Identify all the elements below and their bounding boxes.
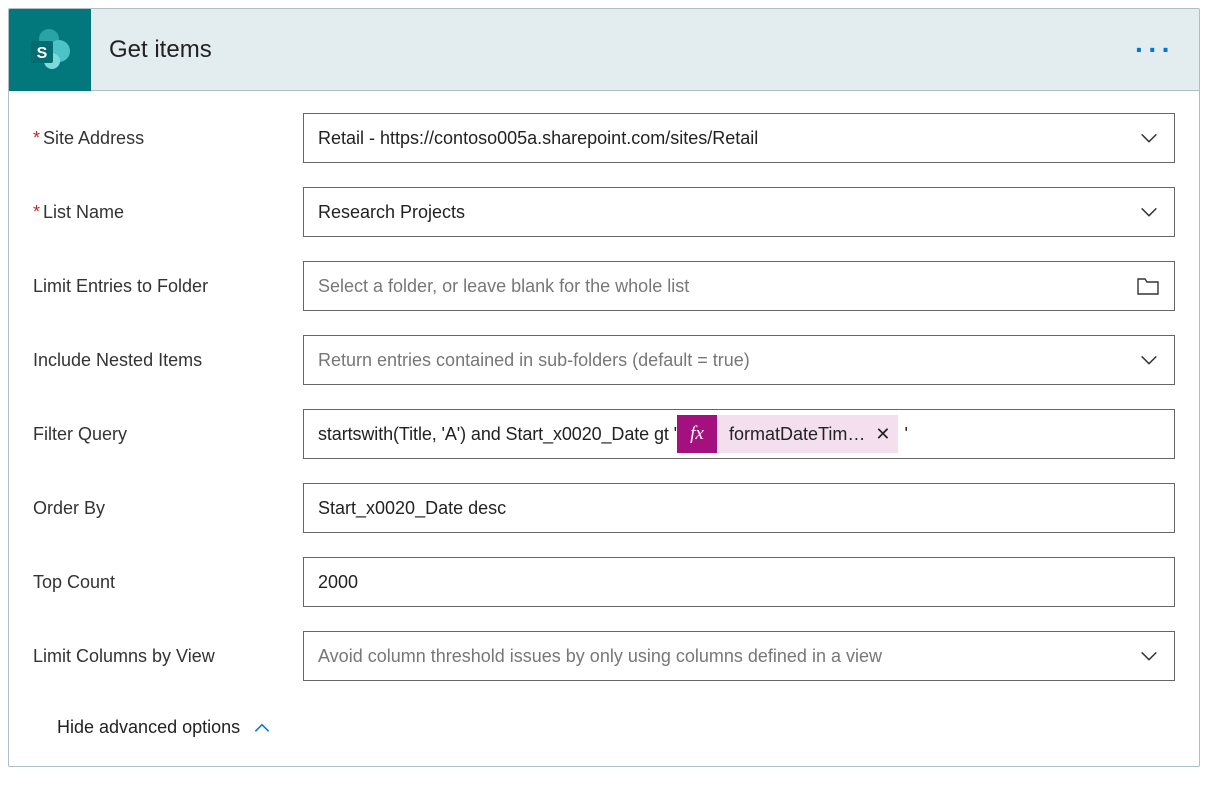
filter-query-prefix: startswith(Title, 'A') and Start_x0020_D…	[318, 424, 677, 445]
sharepoint-icon: S	[9, 9, 91, 91]
list-name-dropdown[interactable]: Research Projects	[303, 187, 1175, 237]
list-name-label: *List Name	[33, 202, 303, 223]
card-title: Get items	[109, 36, 1135, 64]
folder-icon[interactable]	[1136, 274, 1160, 298]
include-nested-label: Include Nested Items	[33, 350, 303, 371]
limit-folder-placeholder: Select a folder, or leave blank for the …	[318, 276, 1126, 297]
field-filter-query: Filter Query startswith(Title, 'A') and …	[33, 409, 1175, 459]
top-count-input[interactable]: 2000	[303, 557, 1175, 607]
list-name-value: Research Projects	[318, 202, 1128, 223]
svg-text:S: S	[37, 45, 48, 62]
site-address-value: Retail - https://contoso005a.sharepoint.…	[318, 128, 1128, 149]
field-include-nested: Include Nested Items Return entries cont…	[33, 335, 1175, 385]
include-nested-placeholder: Return entries contained in sub-folders …	[318, 350, 1128, 371]
limit-folder-label: Limit Entries to Folder	[33, 276, 303, 297]
order-by-label: Order By	[33, 498, 303, 519]
order-by-value: Start_x0020_Date desc	[318, 498, 1160, 519]
field-top-count: Top Count 2000	[33, 557, 1175, 607]
order-by-input[interactable]: Start_x0020_Date desc	[303, 483, 1175, 533]
filter-query-suffix: '	[904, 424, 907, 445]
site-address-label: *Site Address	[33, 128, 303, 149]
top-count-label: Top Count	[33, 572, 303, 593]
chevron-up-icon	[252, 718, 272, 738]
expression-text: formatDateTim…	[729, 424, 865, 445]
include-nested-dropdown[interactable]: Return entries contained in sub-folders …	[303, 335, 1175, 385]
top-count-value: 2000	[318, 572, 1160, 593]
site-address-dropdown[interactable]: Retail - https://contoso005a.sharepoint.…	[303, 113, 1175, 163]
get-items-card: S Get items ··· *Site Address Retail - h…	[8, 8, 1200, 767]
field-order-by: Order By Start_x0020_Date desc	[33, 483, 1175, 533]
limit-folder-input[interactable]: Select a folder, or leave blank for the …	[303, 261, 1175, 311]
hide-advanced-options-toggle[interactable]: Hide advanced options	[33, 711, 272, 756]
advanced-toggle-label: Hide advanced options	[57, 717, 240, 738]
filter-query-input[interactable]: startswith(Title, 'A') and Start_x0020_D…	[303, 409, 1175, 459]
chevron-down-icon	[1138, 127, 1160, 149]
chevron-down-icon	[1138, 201, 1160, 223]
limit-columns-label: Limit Columns by View	[33, 646, 303, 667]
field-site-address: *Site Address Retail - https://contoso00…	[33, 113, 1175, 163]
field-list-name: *List Name Research Projects	[33, 187, 1175, 237]
expression-token[interactable]: fx formatDateTim… ✕	[677, 415, 898, 453]
card-header: S Get items ···	[9, 9, 1199, 91]
field-limit-folder: Limit Entries to Folder Select a folder,…	[33, 261, 1175, 311]
chevron-down-icon	[1138, 349, 1160, 371]
remove-expression-button[interactable]: ✕	[875, 425, 890, 443]
card-body: *Site Address Retail - https://contoso00…	[9, 91, 1199, 766]
limit-columns-placeholder: Avoid column threshold issues by only us…	[318, 646, 1128, 667]
filter-query-label: Filter Query	[33, 424, 303, 445]
chevron-down-icon	[1138, 645, 1160, 667]
field-limit-columns: Limit Columns by View Avoid column thres…	[33, 631, 1175, 681]
limit-columns-dropdown[interactable]: Avoid column threshold issues by only us…	[303, 631, 1175, 681]
fx-icon: fx	[677, 415, 717, 453]
